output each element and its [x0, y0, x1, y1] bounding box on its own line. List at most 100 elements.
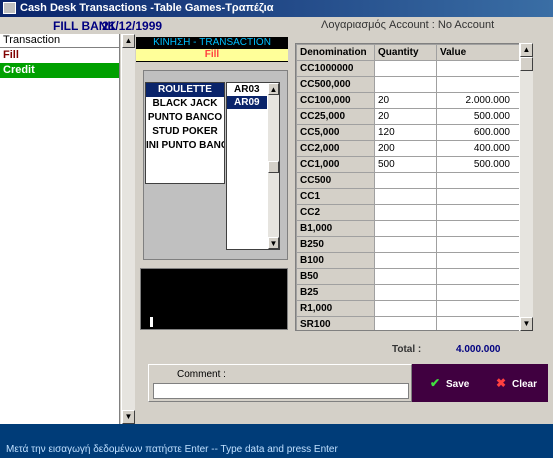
value-cell[interactable] [436, 284, 519, 301]
quantity-cell[interactable] [374, 204, 437, 221]
quantity-cell[interactable] [374, 268, 437, 285]
scroll-up-arrow-icon[interactable]: ▲ [122, 34, 135, 48]
table-row[interactable]: B25 [296, 284, 519, 301]
quantity-cell[interactable]: 120 [374, 124, 437, 141]
game-item[interactable]: PUNTO BANCO [146, 111, 224, 125]
denomination-cell: SR100 [296, 316, 375, 330]
scroll-down-arrow-icon[interactable]: ▼ [122, 410, 135, 424]
value-cell[interactable] [436, 236, 519, 253]
quantity-cell[interactable]: 200 [374, 140, 437, 157]
table-row[interactable]: CC5,000 120 600.000 [296, 124, 519, 141]
table-row[interactable]: B1,000 [296, 220, 519, 237]
scroll-thumb[interactable] [520, 57, 533, 71]
value-cell[interactable] [436, 252, 519, 269]
column-header: Denomination [296, 44, 375, 61]
total-label: Total : [392, 344, 422, 355]
value-cell[interactable] [436, 76, 519, 93]
value-cell[interactable]: 400.000 [436, 140, 519, 157]
value-cell[interactable] [436, 268, 519, 285]
quantity-cell[interactable]: 20 [374, 92, 437, 109]
value-cell[interactable] [436, 60, 519, 77]
table-row[interactable]: CC25,000 20 500.000 [296, 108, 519, 125]
table-row[interactable]: CC1,000 500 500.000 [296, 156, 519, 173]
value-cell[interactable]: 500.000 [436, 156, 519, 173]
scroll-up-arrow-icon[interactable]: ▲ [268, 83, 279, 95]
quantity-cell[interactable] [374, 76, 437, 93]
quantity-cell[interactable] [374, 60, 437, 77]
table-row[interactable]: CC500,000 [296, 76, 519, 93]
table-row[interactable]: CC2 [296, 204, 519, 221]
quantity-cell[interactable] [374, 220, 437, 237]
value-cell[interactable]: 600.000 [436, 124, 519, 141]
save-button[interactable]: ✔ Save [428, 373, 469, 393]
quantity-cell[interactable] [374, 300, 437, 317]
quantity-cell[interactable] [374, 252, 437, 269]
scroll-down-arrow-icon[interactable]: ▼ [268, 237, 279, 249]
game-item[interactable]: STUD POKER [146, 125, 224, 139]
quantity-cell[interactable]: 20 [374, 108, 437, 125]
denomination-cell: CC100,000 [296, 92, 375, 109]
transaction-item-credit[interactable]: Credit [0, 63, 119, 78]
denomination-cell: CC1000000 [296, 60, 375, 77]
denomination-cell: CC2 [296, 204, 375, 221]
title-bar: Cash Desk Transactions -Table Games-Τραπ… [0, 0, 553, 17]
table-row[interactable]: CC100,000 20 2.000.000 [296, 92, 519, 109]
transaction-item-fill[interactable]: Fill [0, 48, 119, 63]
value-cell[interactable]: 2.000.000 [436, 92, 519, 109]
table-row[interactable]: CC1 [296, 188, 519, 205]
table-row[interactable]: B100 [296, 252, 519, 269]
table-list-scrollbar[interactable]: ▲ ▼ [267, 83, 279, 249]
left-scrollbar[interactable]: ▲ ▼ [121, 34, 135, 424]
game-item[interactable]: INI PUNTO BANC [146, 139, 224, 153]
comment-input[interactable] [153, 383, 409, 399]
transaction-value: Fill [136, 49, 288, 61]
account-label: Λογαριασμός Account : No Account [321, 19, 495, 31]
table-row[interactable]: CC500 [296, 172, 519, 189]
denomination-cell: B50 [296, 268, 375, 285]
app-icon [3, 2, 16, 14]
value-cell[interactable]: 500.000 [436, 108, 519, 125]
game-item[interactable]: ROULETTE [146, 83, 224, 97]
quantity-cell[interactable] [374, 284, 437, 301]
value-cell[interactable] [436, 188, 519, 205]
scroll-down-arrow-icon[interactable]: ▼ [520, 317, 533, 331]
clear-label: Clear [512, 379, 538, 390]
table-row[interactable]: SR100 [296, 316, 519, 330]
quantity-cell[interactable] [374, 188, 437, 205]
table-row[interactable]: CC1000000 [296, 60, 519, 77]
grid-scrollbar[interactable]: ▲ ▼ [519, 43, 533, 331]
value-cell[interactable] [436, 300, 519, 317]
value-cell[interactable] [436, 316, 519, 330]
clear-button[interactable]: ✖ Clear [494, 373, 537, 393]
transaction-title: ΚΙΝΗΣΗ - TRANSACTION [153, 37, 271, 48]
table-item[interactable]: AR03 [227, 83, 267, 96]
denomination-cell: CC25,000 [296, 108, 375, 125]
scroll-thumb[interactable] [268, 161, 279, 173]
table-list[interactable]: AR03 AR09 ▲ ▼ [226, 82, 280, 250]
table-row[interactable]: R1,000 [296, 300, 519, 317]
comment-label: Comment : [177, 369, 226, 380]
denomination-cell: CC5,000 [296, 124, 375, 141]
value-cell[interactable] [436, 172, 519, 189]
action-panel: ✔ Save ✖ Clear [412, 364, 548, 402]
table-row[interactable]: B50 [296, 268, 519, 285]
quantity-cell[interactable] [374, 316, 437, 330]
denomination-cell: B250 [296, 236, 375, 253]
quantity-cell[interactable] [374, 236, 437, 253]
quantity-cell[interactable] [374, 172, 437, 189]
status-bar: Μετά την εισαγωγή δεδομένων πατήστε Ente… [0, 424, 553, 458]
game-list[interactable]: ROULETTE BLACK JACK PUNTO BANCO STUD POK… [145, 82, 225, 184]
denomination-cell: B25 [296, 284, 375, 301]
value-cell[interactable] [436, 220, 519, 237]
denomination-cell: B100 [296, 252, 375, 269]
table-row[interactable]: B250 [296, 236, 519, 253]
quantity-cell[interactable]: 500 [374, 156, 437, 173]
denomination-cell: B1,000 [296, 220, 375, 237]
scroll-up-arrow-icon[interactable]: ▲ [520, 43, 533, 57]
game-item[interactable]: BLACK JACK [146, 97, 224, 111]
denomination-cell: CC1,000 [296, 156, 375, 173]
value-cell[interactable] [436, 204, 519, 221]
checkmark-icon: ✔ [429, 376, 441, 390]
table-row[interactable]: CC2,000 200 400.000 [296, 140, 519, 157]
table-item[interactable]: AR09 [227, 96, 267, 109]
